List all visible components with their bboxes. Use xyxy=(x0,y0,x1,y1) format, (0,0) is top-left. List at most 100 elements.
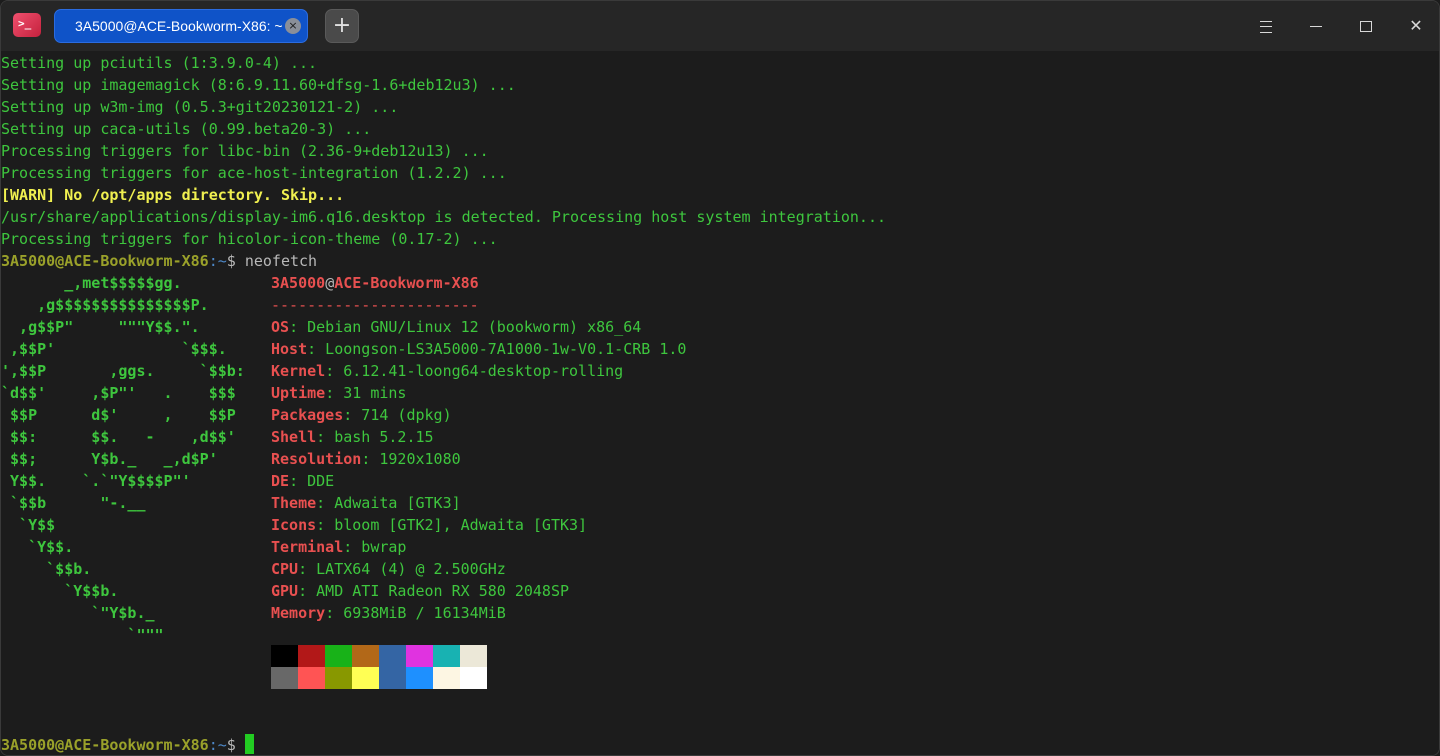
terminal-window: >_ 3A5000@ACE-Bookworm-X86: ~ × + ✕ Sett… xyxy=(0,0,1440,756)
info-key: DE xyxy=(271,472,290,490)
logo-line: ,g$$$$$$$$$$$$$$$P. xyxy=(1,296,209,314)
info-key: Shell xyxy=(271,428,317,446)
tab-terminal[interactable]: 3A5000@ACE-Bookworm-X86: ~ × xyxy=(54,9,308,43)
prompt-path: :~ xyxy=(208,252,227,270)
terminal-app-icon[interactable]: >_ xyxy=(13,13,41,37)
palette-swatch xyxy=(298,645,325,667)
output-line: Setting up imagemagick (8:6.9.11.60+dfsg… xyxy=(1,76,516,94)
new-tab-button[interactable]: + xyxy=(325,9,359,43)
info-row-uptime: Uptime: 31 mins xyxy=(271,382,406,404)
close-icon: ✕ xyxy=(1409,16,1423,35)
warn-line: [WARN] No /opt/apps directory. Skip... xyxy=(1,186,345,204)
info-value: : 1920x1080 xyxy=(361,450,461,468)
prompt-line: 3A5000@ACE-Bookworm-X86:~$ neofetch xyxy=(1,250,317,272)
logo-line: _,met$$$$$gg. xyxy=(1,274,182,292)
output-line: Setting up w3m-img (0.5.3+git20230121-2)… xyxy=(1,98,399,116)
prompt-command: neofetch xyxy=(235,252,318,270)
info-value: : Adwaita [GTK3] xyxy=(316,494,461,512)
palette-swatch xyxy=(433,667,460,689)
logo-line: $$P d$' , $$P xyxy=(1,406,236,424)
neofetch-user: 3A5000 xyxy=(271,274,326,292)
info-row-gpu: GPU: AMD ATI Radeon RX 580 2048SP xyxy=(271,580,569,602)
info-row-resolution: Resolution: 1920x1080 xyxy=(271,448,461,470)
info-key: Resolution xyxy=(271,450,362,468)
output-line: Setting up caca-utils (0.99.beta20-3) ..… xyxy=(1,120,372,138)
menu-button[interactable] xyxy=(1251,11,1281,41)
title-bar: >_ 3A5000@ACE-Bookworm-X86: ~ × + ✕ xyxy=(1,1,1439,51)
logo-line: `Y$$b. xyxy=(1,582,119,600)
neofetch-separator: ----------------------- xyxy=(271,296,479,314)
info-key: Kernel xyxy=(271,362,326,380)
output-line: /usr/share/applications/display-im6.q16.… xyxy=(1,208,887,226)
info-value: : 6.12.41-loong64-desktop-rolling xyxy=(325,362,624,380)
info-row-theme: Theme: Adwaita [GTK3] xyxy=(271,492,461,514)
palette-swatch xyxy=(352,645,379,667)
logo-line: `d$$' ,$P"' . $$$ xyxy=(1,384,236,402)
palette-swatch xyxy=(271,667,298,689)
logo-line: `""" xyxy=(1,626,164,644)
output-line: Setting up pciutils (1:3.9.0-4) ... xyxy=(1,54,318,72)
info-row-terminal: Terminal: bwrap xyxy=(271,536,406,558)
info-value: : AMD ATI Radeon RX 580 2048SP xyxy=(298,582,570,600)
terminal-output[interactable]: Setting up pciutils (1:3.9.0-4) ... Sett… xyxy=(1,51,1439,755)
info-value: : 714 (dpkg) xyxy=(343,406,452,424)
info-row-de: DE: DDE xyxy=(271,470,334,492)
logo-line: ,$$P' `$$$. xyxy=(1,340,227,358)
hamburger-icon xyxy=(1260,20,1272,33)
neofetch-at: @ xyxy=(325,274,335,292)
info-key: Icons xyxy=(271,516,317,534)
info-key: GPU xyxy=(271,582,299,600)
palette-swatch xyxy=(406,645,433,667)
maximize-button[interactable] xyxy=(1351,11,1381,41)
close-button[interactable]: ✕ xyxy=(1401,11,1431,41)
info-key: Theme xyxy=(271,494,317,512)
info-value: : bloom [GTK2], Adwaita [GTK3] xyxy=(316,516,588,534)
neofetch-host: ACE-Bookworm-X86 xyxy=(334,274,479,292)
palette-swatch xyxy=(433,645,460,667)
output-line: Processing triggers for hicolor-icon-the… xyxy=(1,230,498,248)
logo-line: `Y$$ xyxy=(1,516,56,534)
neofetch-title: 3A5000@ACE-Bookworm-X86 xyxy=(271,272,479,294)
palette-swatch xyxy=(379,667,406,689)
prompt-user-host: 3A5000@ACE-Bookworm-X86 xyxy=(1,252,209,270)
palette-swatch xyxy=(406,667,433,689)
palette-swatch xyxy=(460,645,487,667)
info-value: : Loongson-LS3A5000-7A1000-1w-V0.1-CRB 1… xyxy=(307,340,687,358)
info-key: Host xyxy=(271,340,308,358)
text-cursor xyxy=(245,734,254,754)
logo-line: $$; Y$b._ _,d$P' xyxy=(1,450,218,468)
tab-close-icon[interactable]: × xyxy=(285,18,301,34)
info-row-cpu: CPU: LATX64 (4) @ 2.500GHz xyxy=(271,558,506,580)
prompt-sign: $ xyxy=(226,736,245,754)
info-key: CPU xyxy=(271,560,299,578)
prompt-path: :~ xyxy=(208,736,227,754)
logo-line: `"Y$b._ xyxy=(1,604,155,622)
prompt-line: 3A5000@ACE-Bookworm-X86:~$ xyxy=(1,734,245,755)
palette-swatch xyxy=(298,667,325,689)
palette-swatch xyxy=(325,645,352,667)
tab-title: 3A5000@ACE-Bookworm-X86: ~ xyxy=(75,18,283,34)
logo-line: Y$$. `.`"Y$$$$P"' xyxy=(1,472,191,490)
palette-swatch xyxy=(352,667,379,689)
info-key: OS xyxy=(271,318,290,336)
info-row-shell: Shell: bash 5.2.15 xyxy=(271,426,434,448)
info-key: Memory xyxy=(271,604,326,622)
info-key: Uptime xyxy=(271,384,326,402)
info-row-packages: Packages: 714 (dpkg) xyxy=(271,404,452,426)
minimize-button[interactable] xyxy=(1301,11,1331,41)
palette-swatch xyxy=(460,667,487,689)
logo-line: ',$$P ,ggs. `$$b: xyxy=(1,362,245,380)
prompt-sign: $ xyxy=(226,252,236,270)
logo-line: `$$b. xyxy=(1,560,92,578)
minimize-icon xyxy=(1310,26,1322,27)
info-value: : bash 5.2.15 xyxy=(316,428,434,446)
info-value: : 6938MiB / 16134MiB xyxy=(325,604,506,622)
output-line: Processing triggers for libc-bin (2.36-9… xyxy=(1,142,489,160)
palette-swatch xyxy=(325,667,352,689)
logo-line: $$: $$. - ,d$$' xyxy=(1,428,236,446)
info-row-host: Host: Loongson-LS3A5000-7A1000-1w-V0.1-C… xyxy=(271,338,686,360)
output-line: Processing triggers for ace-host-integra… xyxy=(1,164,507,182)
info-row-os: OS: Debian GNU/Linux 12 (bookworm) x86_6… xyxy=(271,316,641,338)
prompt-user-host: 3A5000@ACE-Bookworm-X86 xyxy=(1,736,209,754)
logo-line: `$$b "-.__ xyxy=(1,494,146,512)
